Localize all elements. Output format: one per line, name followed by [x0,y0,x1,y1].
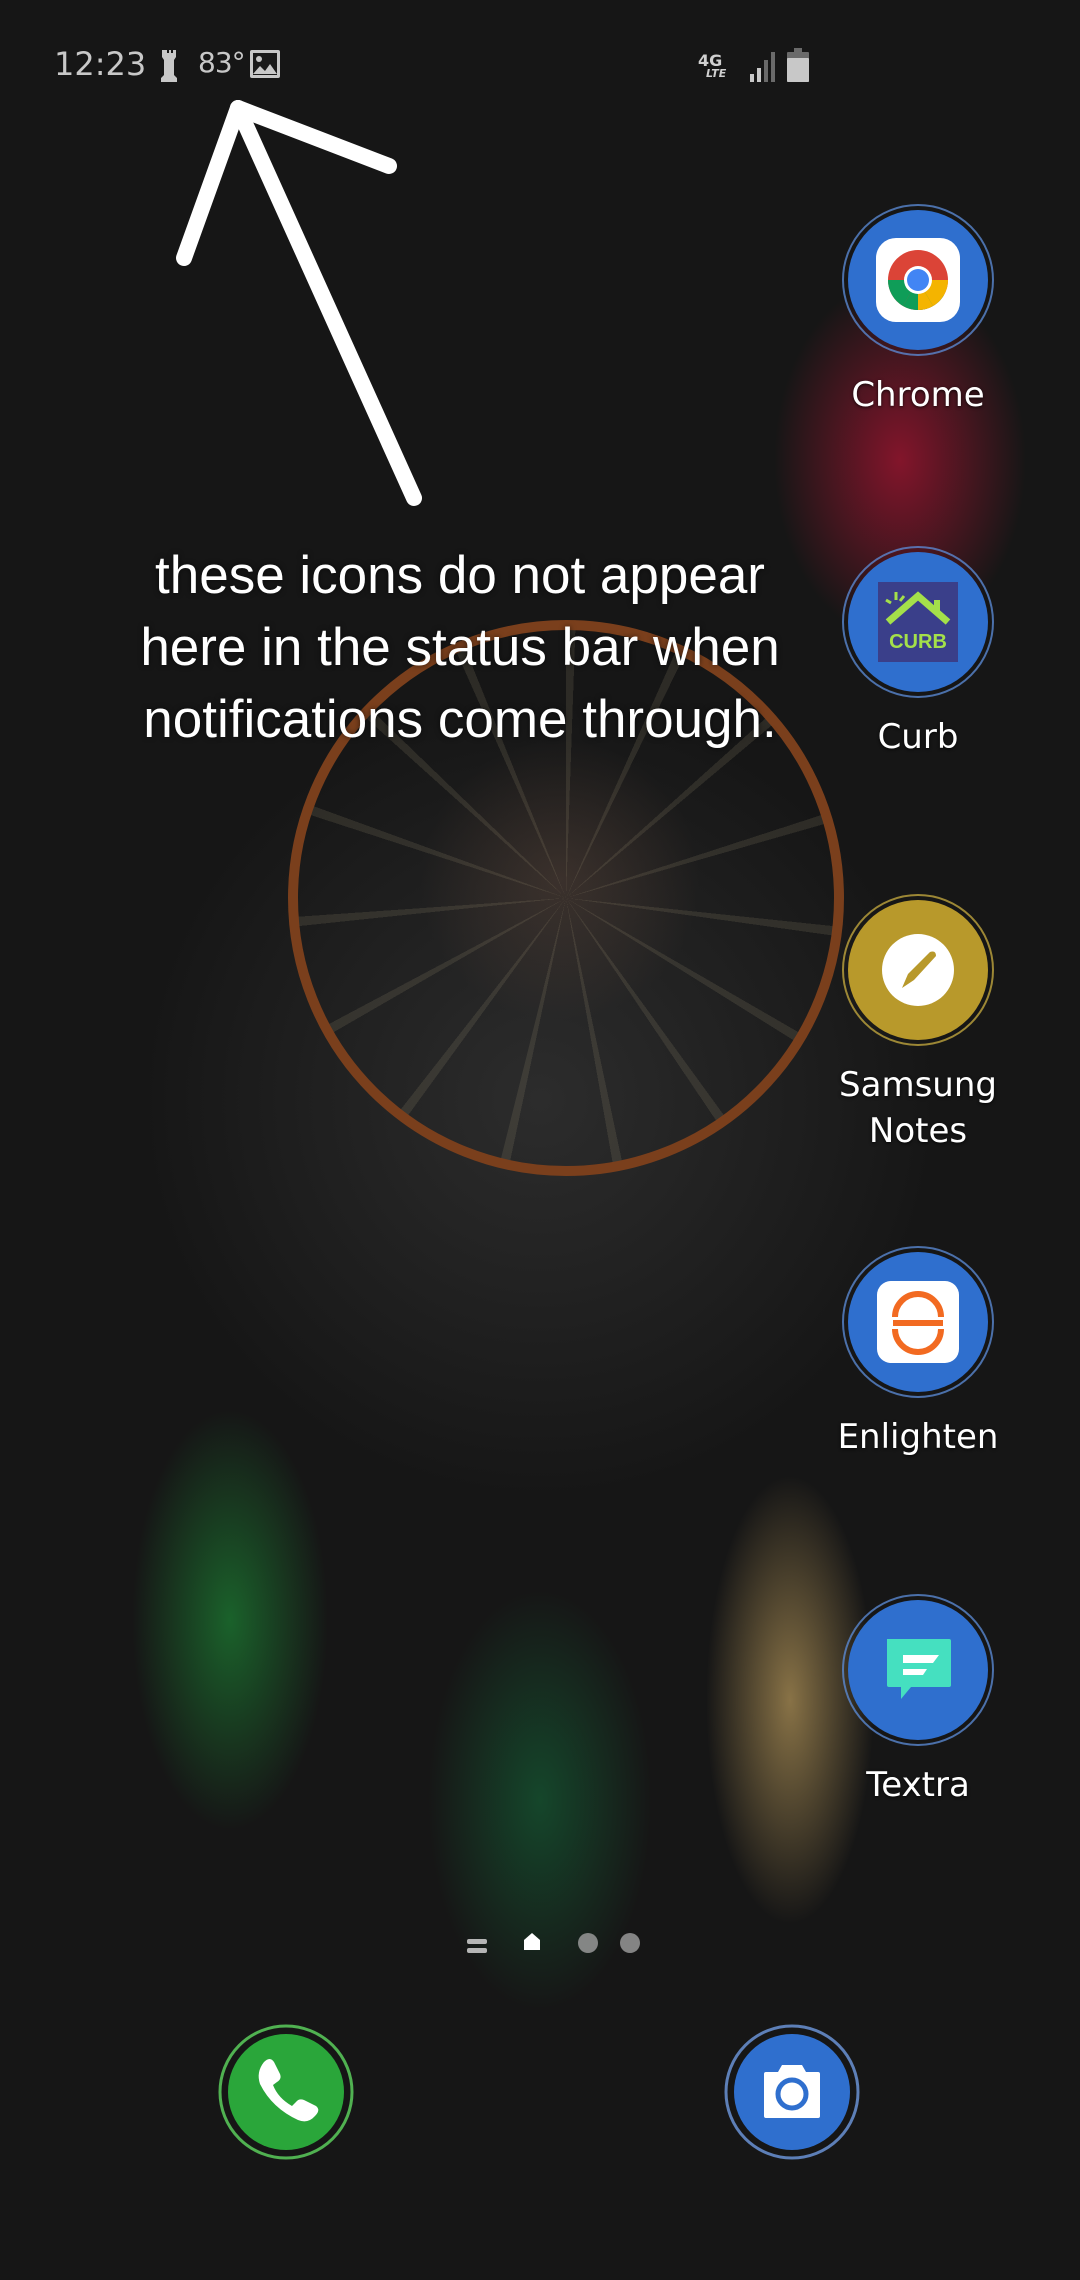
samsung-notes-icon [842,894,994,1046]
annotation-line-1: these icons do not appear [155,546,765,605]
phone-icon [218,2024,354,2160]
app-chrome[interactable]: Chrome [808,204,1028,418]
svg-text:CURB: CURB [889,631,947,653]
enlighten-icon [842,1246,994,1398]
annotation-text: these icons do not appear here in the st… [50,540,870,756]
annotation-line-3: notifications come through. [143,690,777,749]
app-enlighten[interactable]: Enlighten [808,1246,1028,1460]
menu-handle-icon[interactable] [467,1939,487,1953]
app-textra[interactable]: Textra [808,1594,1028,1808]
weather-icon [161,50,177,82]
textra-icon [842,1594,994,1746]
curb-icon: CURB [842,546,994,698]
temperature: 83° [198,46,246,79]
page-dot[interactable] [620,1933,640,1953]
battery-icon [787,48,809,82]
app-label-line-1: Samsung [839,1065,997,1105]
app-label-line-2: Notes [868,1111,968,1151]
network-type: 4G LTE [698,51,727,81]
camera-icon [724,2024,860,2160]
app-label: Samsung Notes [808,1062,1028,1154]
annotation-line-2: here in the status bar when [140,618,780,677]
chrome-icon [842,204,994,356]
dock-camera-button[interactable] [722,2022,862,2162]
network-lte: LTE [706,67,727,80]
page-indicator[interactable] [440,1920,640,1960]
dock-phone-button[interactable] [216,2022,356,2162]
app-samsung-notes[interactable]: Samsung Notes [808,894,1028,1154]
app-label: Chrome [851,375,985,415]
app-label: Curb [877,717,959,757]
status-bar[interactable]: 12:23 83° 4G LTE [0,0,1080,130]
gallery-icon [250,50,280,78]
clock: 12:23 [54,45,147,83]
network-4g: 4G [698,51,723,70]
page-dot[interactable] [578,1933,598,1953]
app-curb[interactable]: CURB Curb [808,546,1028,760]
app-label: Textra [866,1765,970,1805]
app-label: Enlighten [837,1417,999,1457]
signal-icon [750,52,775,82]
home-page-icon[interactable] [524,1933,540,1950]
